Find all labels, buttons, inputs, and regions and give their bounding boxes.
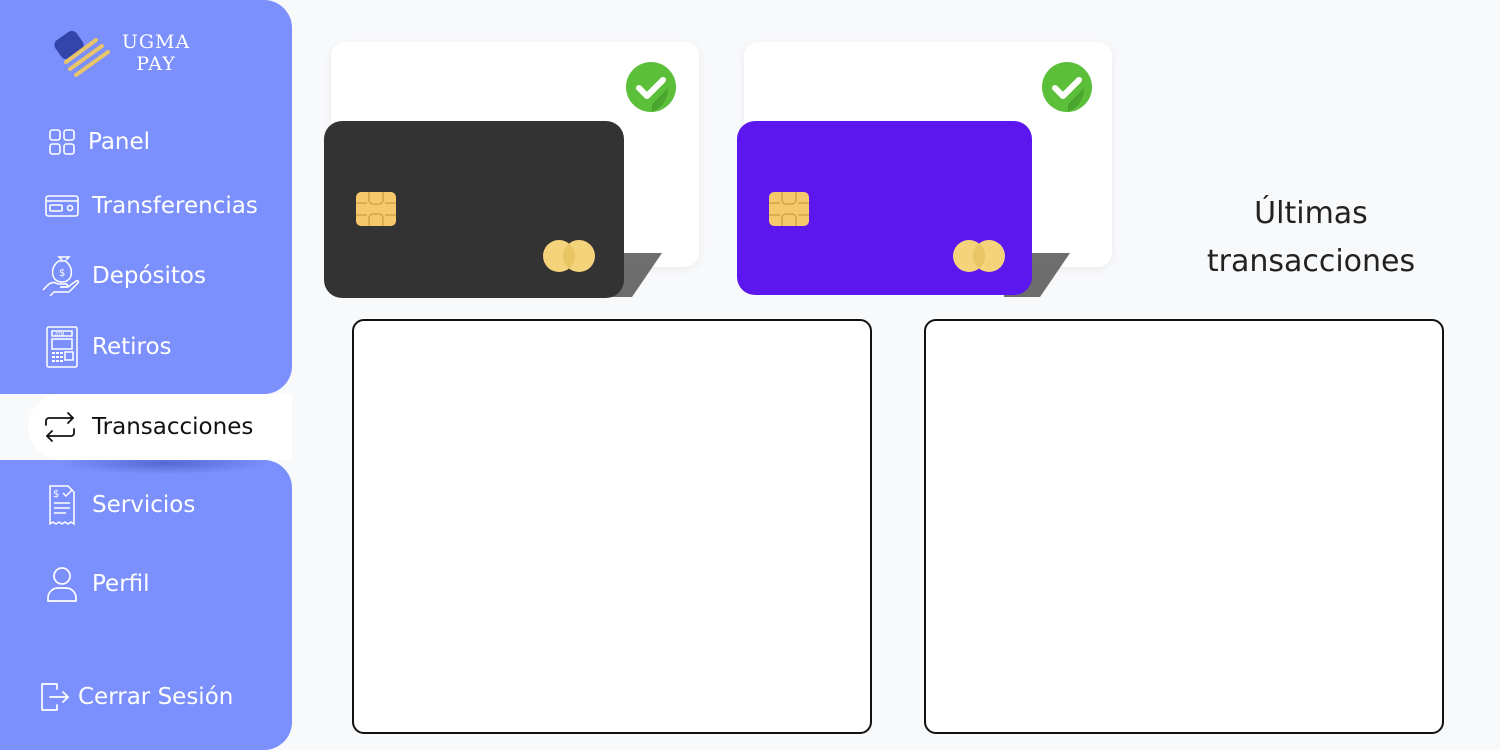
check-icon xyxy=(626,62,676,112)
brand-line2: PAY xyxy=(136,53,176,75)
recent-title-line2: transacciones xyxy=(1206,244,1416,279)
user-icon xyxy=(38,562,86,606)
sidebar-item-transacciones[interactable]: Transacciones xyxy=(28,394,292,460)
brand-name: UGMA PAY xyxy=(116,31,196,75)
money-bag-hand-icon: $ xyxy=(38,254,86,298)
svg-text:$: $ xyxy=(53,489,59,500)
mastercard-icon xyxy=(953,240,1005,272)
sidebar-item-retiros[interactable]: ATM Retiros xyxy=(38,325,288,369)
sidebar-item-perfil[interactable]: Perfil xyxy=(38,562,288,606)
chip-icon xyxy=(356,192,396,226)
logout-button[interactable]: Cerrar Sesión xyxy=(30,675,280,719)
sidebar-item-label: Transferencias xyxy=(92,193,258,219)
logout-label: Cerrar Sesión xyxy=(78,684,234,710)
sidebar-item-servicios[interactable]: $ Servicios xyxy=(38,483,288,527)
sidebar-item-label: Servicios xyxy=(92,492,196,518)
sidebar-item-transferencias[interactable]: Transferencias xyxy=(38,184,288,228)
swap-arrows-icon xyxy=(38,405,82,449)
logout-icon xyxy=(30,675,78,719)
transactions-box-left xyxy=(352,319,872,734)
atm-icon: ATM xyxy=(38,325,86,369)
grid-icon xyxy=(38,120,86,164)
sidebar-item-label: Depósitos xyxy=(92,263,206,289)
sidebar-item-label: Retiros xyxy=(92,334,172,360)
mastercard-icon xyxy=(543,240,595,272)
svg-text:$: $ xyxy=(59,268,65,279)
brand-logo[interactable]: UGMA PAY xyxy=(50,26,200,82)
brand-line1: UGMA xyxy=(121,31,191,53)
chip-icon xyxy=(769,192,809,226)
check-icon xyxy=(1042,62,1092,112)
sidebar-item-label: Panel xyxy=(88,129,151,155)
credit-card-black[interactable] xyxy=(324,121,624,298)
svg-text:ATM: ATM xyxy=(55,332,64,338)
sidebar-item-depositos[interactable]: $ Depósitos xyxy=(38,254,288,298)
recent-transactions-title: Últimas transacciones xyxy=(1190,190,1432,286)
bill-icon: $ xyxy=(38,483,86,527)
transactions-box-right xyxy=(924,319,1444,734)
sidebar-item-panel[interactable]: Panel xyxy=(38,120,288,164)
sidebar-item-label: Perfil xyxy=(92,571,150,597)
card-icon xyxy=(38,184,86,228)
logo-icon xyxy=(54,30,110,77)
credit-card-purple[interactable] xyxy=(737,121,1032,295)
recent-title-line1: Últimas xyxy=(1254,196,1368,231)
sidebar-item-label: Transacciones xyxy=(92,414,254,440)
